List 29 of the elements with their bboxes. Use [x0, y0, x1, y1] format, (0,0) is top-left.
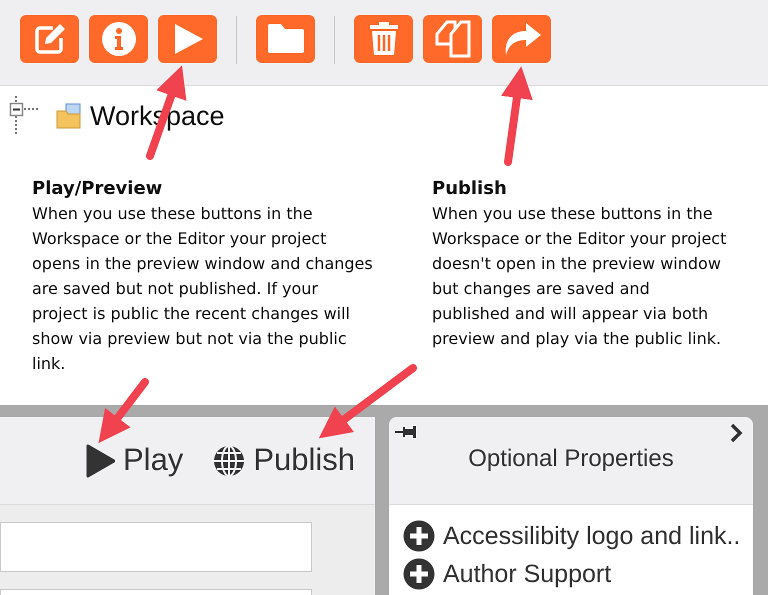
info-button[interactable]	[89, 15, 148, 63]
publish-button[interactable]: Publish	[213, 437, 355, 484]
folder-button[interactable]	[256, 15, 315, 63]
panel-title: Optional Properties	[468, 444, 674, 474]
annotation-title: Publish	[432, 177, 508, 201]
annotation-title: Play/Preview	[32, 177, 164, 201]
annotation-text: When you use these buttons in the Workspace or the Editor your project doesn't open in the preview window but changes are saved and published and will appear via both preview and play via the public link.	[432, 203, 728, 350]
pencil-button[interactable]	[20, 15, 79, 63]
play-button[interactable]	[158, 15, 217, 63]
share-button[interactable]	[492, 15, 551, 63]
play-button[interactable]: Play	[85, 437, 184, 484]
plus-icon	[403, 558, 435, 590]
folder-icon	[266, 23, 306, 55]
annotation-text: When you use these buttons in the Workspace or the Editor your project opens in the preview window and changes are saved but not published. If your project is public the recent changes will show via preview but not via the public link.	[32, 203, 374, 375]
input-field[interactable]	[0, 522, 312, 572]
pencil-icon	[32, 22, 66, 56]
trash-icon	[368, 21, 398, 57]
trash-button[interactable]	[354, 15, 413, 63]
copy-icon	[432, 20, 472, 58]
copy-button[interactable]	[423, 15, 482, 63]
globe-icon	[213, 444, 246, 476]
chevron-right-icon[interactable]	[729, 423, 743, 443]
arrow	[98, 378, 149, 444]
plus-icon	[403, 520, 435, 552]
add-property-item[interactable]: Accessilibity logo and link..	[403, 517, 753, 555]
pin-icon[interactable]	[395, 425, 417, 439]
info-icon	[100, 21, 136, 57]
add-property-item[interactable]: Author Support	[403, 555, 753, 593]
play-icon	[85, 444, 115, 478]
